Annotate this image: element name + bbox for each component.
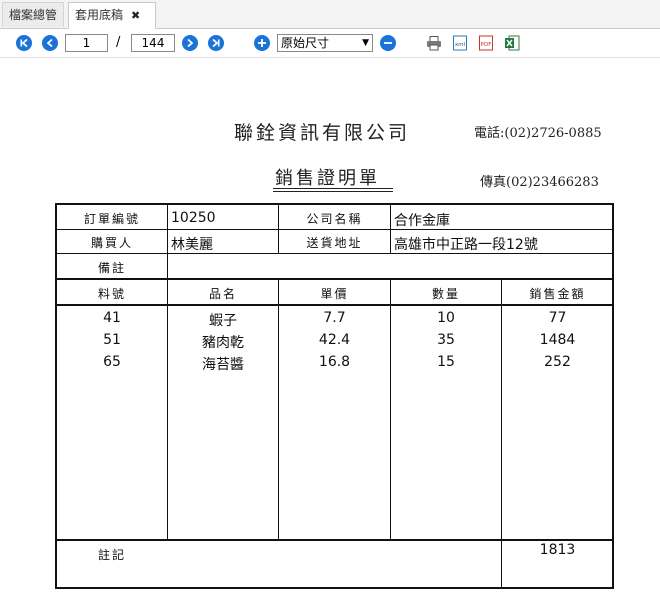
buyer-value: 林美麗 bbox=[171, 237, 213, 253]
tab-label: 套用底稿 bbox=[75, 8, 124, 22]
address-label: 送貨地址 bbox=[306, 236, 363, 250]
buyer-label: 購買人 bbox=[90, 236, 133, 250]
cell-id: 41 bbox=[103, 310, 121, 326]
cell-qty: 10 bbox=[437, 310, 455, 326]
cell-amount: 1484 bbox=[539, 332, 576, 348]
pdf-label: PDF bbox=[481, 42, 492, 48]
current-page-input[interactable]: 1 bbox=[65, 34, 108, 52]
row-divider bbox=[56, 539, 613, 541]
total-pages: 144 bbox=[131, 34, 175, 52]
address-value: 高雄市中正路一段12號 bbox=[394, 237, 538, 253]
company-name-value: 合作金庫 bbox=[394, 213, 450, 229]
document-title: 銷售證明單 bbox=[275, 168, 380, 189]
remark-label: 註記 bbox=[97, 548, 126, 562]
cell-amount: 252 bbox=[544, 354, 571, 370]
report-toolbar: 1 / 144 原始尺寸 ▼ xml PDF bbox=[0, 29, 660, 58]
order-no-value: 10250 bbox=[171, 210, 216, 226]
cell-price: 16.8 bbox=[318, 354, 351, 370]
column-header: 料號 bbox=[97, 287, 126, 301]
pdf-icon[interactable]: PDF bbox=[478, 35, 494, 51]
cell-price: 42.4 bbox=[318, 332, 351, 348]
close-icon[interactable]: ✖ bbox=[131, 9, 140, 22]
order-no-label: 訂單編號 bbox=[83, 212, 140, 226]
print-icon[interactable] bbox=[426, 35, 442, 51]
cell-qty: 15 bbox=[437, 354, 455, 370]
first-page-icon[interactable] bbox=[16, 35, 32, 51]
cell-qty: 35 bbox=[437, 332, 455, 348]
xml-label: xml bbox=[455, 42, 466, 48]
column-header: 品名 bbox=[208, 287, 237, 301]
tab-label: 檔案總管 bbox=[9, 8, 58, 22]
excel-icon[interactable] bbox=[504, 35, 520, 51]
cell-price: 7.7 bbox=[323, 310, 346, 326]
header-divider bbox=[56, 304, 613, 306]
title-underline bbox=[273, 191, 393, 192]
next-page-icon[interactable] bbox=[182, 35, 198, 51]
zoom-selected-value: 原始尺寸 bbox=[281, 36, 330, 50]
cell-id: 65 bbox=[103, 354, 121, 370]
cell-name: 豬肉乾 bbox=[202, 335, 244, 351]
fax-number: 傳真(02)23466283 bbox=[480, 175, 599, 190]
tab-file-manager[interactable]: 檔案總管 bbox=[2, 2, 64, 27]
company-name-label: 公司名稱 bbox=[306, 212, 363, 226]
prev-page-icon[interactable] bbox=[42, 35, 58, 51]
page-separator: / bbox=[116, 35, 121, 50]
zoom-select[interactable]: 原始尺寸 ▼ bbox=[277, 34, 373, 52]
cell-amount: 77 bbox=[548, 310, 567, 326]
tab-bar: 檔案總管 套用底稿 ✖ bbox=[0, 0, 660, 29]
xml-icon[interactable]: xml bbox=[452, 35, 468, 51]
cell-name: 蝦子 bbox=[209, 313, 237, 329]
tab-template[interactable]: 套用底稿 ✖ bbox=[68, 2, 156, 29]
zoom-in-icon[interactable] bbox=[254, 35, 270, 51]
title-underline bbox=[273, 188, 393, 189]
column-header: 單價 bbox=[320, 287, 349, 301]
column-header: 銷售金額 bbox=[529, 287, 586, 301]
column-header: 數量 bbox=[431, 287, 460, 301]
total-amount: 1813 bbox=[539, 542, 576, 558]
company-name-heading: 聯銓資訊有限公司 bbox=[234, 122, 411, 144]
note-label: 備註 bbox=[97, 261, 126, 275]
last-page-icon[interactable] bbox=[208, 35, 224, 51]
row-divider bbox=[56, 278, 613, 280]
phone-number: 電話:(02)2726-0885 bbox=[474, 126, 602, 141]
cell-name: 海苔醬 bbox=[202, 357, 244, 373]
row-divider bbox=[56, 229, 613, 230]
chevron-down-icon: ▼ bbox=[362, 38, 369, 48]
cell-id: 51 bbox=[103, 332, 121, 348]
column-divider bbox=[390, 205, 391, 253]
zoom-out-icon[interactable] bbox=[380, 35, 396, 51]
